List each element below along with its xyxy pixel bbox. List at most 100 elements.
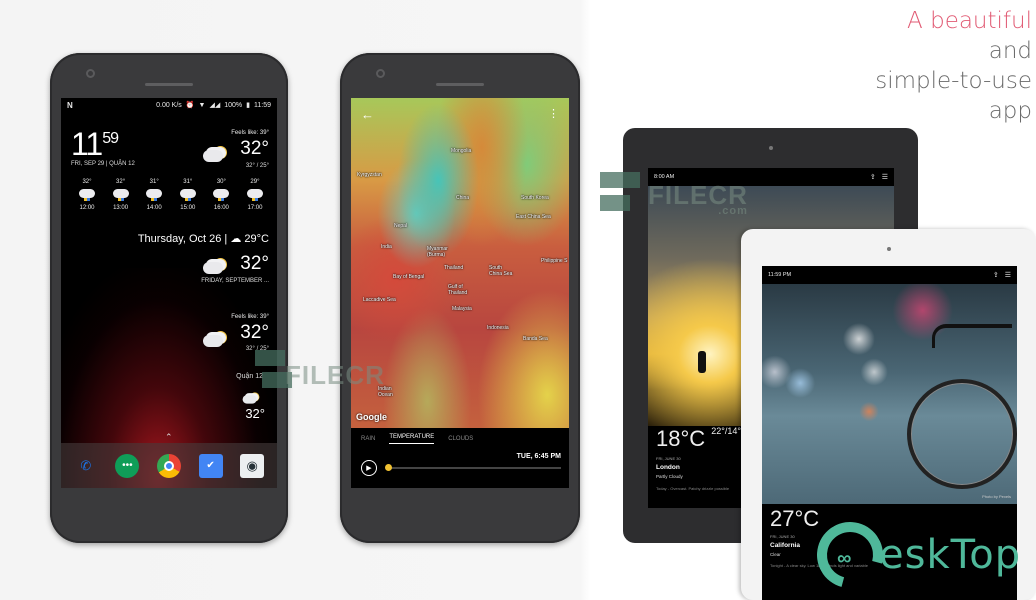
thunderstorm-icon xyxy=(79,189,95,201)
filecr-watermark: FILECR .com xyxy=(648,180,748,217)
partly-cloudy-icon xyxy=(203,258,227,274)
hour-item: 29° 17:00 xyxy=(243,179,267,211)
map-label: Banda Sea xyxy=(523,336,548,342)
notification-icon: N xyxy=(67,100,73,110)
clock-widget[interactable]: 1159 xyxy=(71,126,119,163)
earpiece xyxy=(436,83,484,86)
camera-app-icon[interactable]: ◉ xyxy=(240,453,265,478)
hangouts-app-icon[interactable]: ••• xyxy=(115,453,140,478)
partly-cloudy-icon xyxy=(203,331,227,347)
widget4-temp[interactable]: 32° xyxy=(240,322,269,344)
hour-time: 15:00 xyxy=(180,205,196,211)
map-label: China xyxy=(456,195,470,201)
clock-minute: 59 xyxy=(102,130,119,147)
photo-credit[interactable]: Photo by Pexels xyxy=(982,494,1011,499)
watermark-stripe xyxy=(600,195,630,211)
tablet1-temp: 18°C 22°/14° xyxy=(656,426,741,452)
tablet2-top-bar: 11:59 PM ⇪ ☰ xyxy=(762,266,1017,284)
hour-item: 31° 15:00 xyxy=(176,179,200,211)
layer-tabs: RAIN TEMPERATURE CLOUDS xyxy=(351,428,569,450)
phone-app-icon[interactable]: ✆ xyxy=(74,454,98,478)
tablet1-forecast: Today - Overcast. Patchy drizzle possibl… xyxy=(656,486,730,491)
tagline: A beautiful and simple-to-use app xyxy=(875,6,1032,126)
alarm-icon: ⏰ xyxy=(185,102,195,109)
menu-icon[interactable]: ☰ xyxy=(882,173,888,181)
earpiece xyxy=(145,83,193,86)
app-drawer-chevron-icon[interactable]: ⌃ xyxy=(165,432,173,443)
inbox-app-icon[interactable]: ✔ xyxy=(198,453,223,478)
hour-temp: 32° xyxy=(82,179,92,185)
battery-icon: ▮ xyxy=(246,102,250,109)
desktop-watermark: ∞ eskTop xyxy=(804,509,1021,600)
widget4-feels-like: Feels like: 39° xyxy=(231,314,269,320)
cloud-icon: ☁ xyxy=(230,233,245,245)
phone-map-screen: Mongolia Kyrgyzstan China South Korea Ea… xyxy=(340,53,580,543)
wifi-icon: ▼ xyxy=(198,101,206,109)
timeline-slider[interactable] xyxy=(387,467,561,469)
watermark-text: FILECR xyxy=(285,360,385,390)
tablet1-condition: Partly Cloudy xyxy=(656,474,683,479)
play-icon[interactable]: ▶ xyxy=(361,460,377,476)
map-label: Thailand xyxy=(444,265,464,271)
widget-temp: 29°C xyxy=(244,233,269,245)
thunderstorm-icon xyxy=(146,189,163,201)
hour-time: 14:00 xyxy=(146,205,162,211)
tablet2-date: FRI, JUNE 30 xyxy=(770,534,795,539)
phone1-screen: N 0.00 K/s ⏰ ▼ ◢◢ 100% ▮ 11:59 1159 FRI,… xyxy=(61,98,277,488)
hour-item: 32° 12:00 xyxy=(75,179,99,211)
desktop-logo-icon: ∞ xyxy=(804,509,896,600)
partly-cloudy-icon xyxy=(203,146,227,162)
map-label: Laccadive Sea xyxy=(363,297,396,303)
battery-level: 100% xyxy=(224,101,243,109)
tab-temperature[interactable]: TEMPERATURE xyxy=(389,434,435,444)
thunderstorm-icon xyxy=(112,189,129,201)
silhouette xyxy=(698,351,706,373)
hour-item: 31° 14:00 xyxy=(142,179,166,211)
tab-rain[interactable]: RAIN xyxy=(361,436,375,442)
widget5-temp[interactable]: 32° xyxy=(245,406,265,421)
thunderstorm-icon xyxy=(246,189,263,201)
hour-item: 32° 13:00 xyxy=(109,179,133,211)
chrome-app-icon[interactable] xyxy=(156,453,181,478)
map-label: Kyrgyzstan xyxy=(357,172,382,178)
map-label: India xyxy=(381,244,392,250)
hour-temp: 29° xyxy=(250,179,260,185)
tablet-camera xyxy=(886,247,891,251)
tablet2-time: 11:59 PM xyxy=(768,272,792,278)
hour-temp: 32° xyxy=(116,179,126,185)
tablet2-condition: Clear xyxy=(770,552,781,557)
share-icon[interactable]: ⇪ xyxy=(993,271,999,279)
widget3-date: FRIDAY, SEPTEMBER ... xyxy=(201,278,269,284)
filecr-watermark: FILECR xyxy=(285,360,385,391)
app-dock: ✆ ••• ✔ ◉ xyxy=(61,443,277,488)
tablet1-date: FRI, JUNE 30 xyxy=(656,456,681,461)
tablet-camera xyxy=(768,146,773,150)
phone2-screen: Mongolia Kyrgyzstan China South Korea Ea… xyxy=(351,98,569,488)
thunderstorm-icon xyxy=(179,189,196,201)
hi-lo: 22°/14° xyxy=(711,426,742,436)
tablet2-temp: 27°C xyxy=(770,506,820,531)
background-photo xyxy=(762,284,1017,504)
front-camera xyxy=(376,69,385,78)
clock-date: FRI, SEP 29 | QUẬN 12 xyxy=(71,161,135,167)
date-weather-widget[interactable]: Thursday, Oct 26 | ☁ 29°C xyxy=(138,232,269,245)
share-icon[interactable]: ⇪ xyxy=(870,173,876,181)
hour-time: 17:00 xyxy=(247,205,263,211)
tab-clouds[interactable]: CLOUDS xyxy=(448,436,473,442)
map-label: Myanmar (Burma) xyxy=(427,246,448,258)
bicycle-handlebar xyxy=(932,324,1012,348)
hour-time: 16:00 xyxy=(213,205,229,211)
google-attribution: Google xyxy=(356,412,387,422)
map-label: South Korea xyxy=(521,195,549,201)
front-camera xyxy=(86,69,95,78)
current-temp[interactable]: 32° xyxy=(240,138,269,160)
widget3-temp[interactable]: 32° xyxy=(240,253,269,275)
hi-lo-temp: 32° / 25° xyxy=(245,163,269,169)
widget5-location: Quận 12 xyxy=(236,373,263,380)
widget-date: Thursday, Oct 26 | xyxy=(137,233,231,245)
menu-icon[interactable]: ☰ xyxy=(1005,271,1011,279)
more-vert-icon[interactable]: ⋮ xyxy=(548,107,559,120)
timeline-slider-handle[interactable] xyxy=(385,464,392,471)
back-arrow-icon[interactable]: ← xyxy=(361,107,374,122)
map-label: Gulf of Thailand xyxy=(448,284,468,296)
